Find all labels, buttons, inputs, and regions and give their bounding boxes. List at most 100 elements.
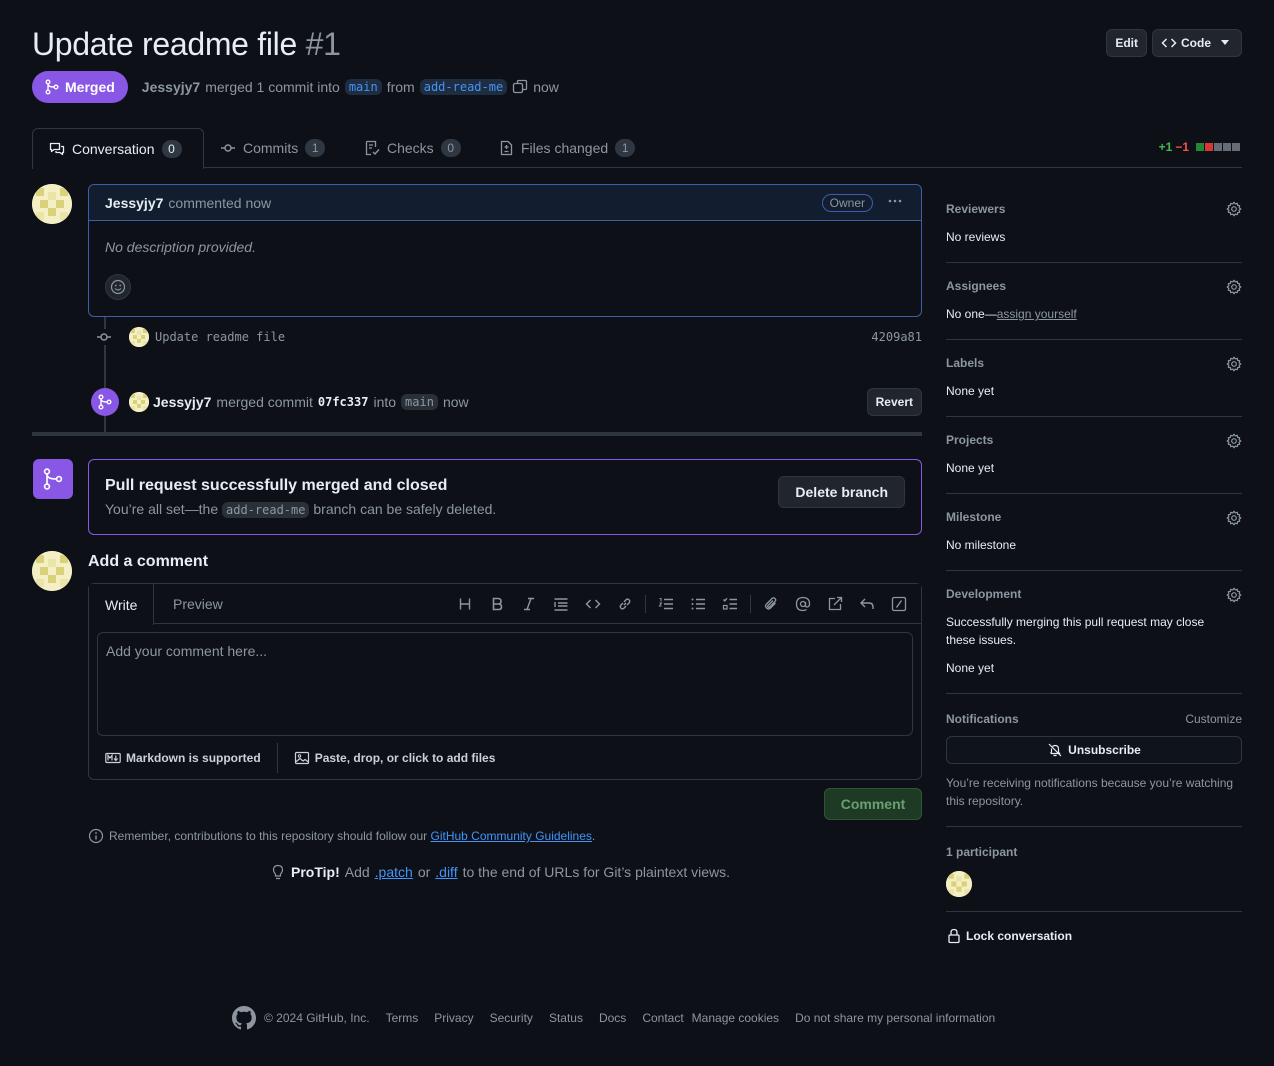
comment-textarea[interactable]: Add your comment here...: [97, 632, 913, 736]
reply-icon[interactable]: [851, 592, 883, 616]
labels-title: Labels: [946, 356, 985, 370]
code-icon[interactable]: [577, 592, 609, 616]
footer-link-do-not-share[interactable]: Do not share my personal information: [795, 1011, 995, 1025]
milestone-title: Milestone: [946, 510, 1002, 524]
pr-author-link[interactable]: Jessyjy7: [142, 79, 200, 95]
gear-icon[interactable]: [1226, 279, 1242, 295]
diffstat-deletions: −1: [1175, 140, 1189, 154]
copy-icon[interactable]: [512, 79, 528, 95]
diffstat: +1 −1: [1159, 140, 1240, 154]
ordered-list-icon[interactable]: [650, 592, 682, 616]
code-button-label: Code: [1181, 36, 1211, 50]
avatar[interactable]: [129, 392, 149, 412]
comment-submit-button[interactable]: Comment: [824, 788, 922, 820]
lock-conversation-button[interactable]: Lock conversation: [946, 912, 1242, 960]
footer-link-security[interactable]: Security: [490, 1011, 533, 1025]
bold-icon[interactable]: [481, 592, 513, 616]
revert-label: Revert: [875, 395, 913, 409]
edit-button-label: Edit: [1115, 36, 1138, 50]
merge-branch[interactable]: main: [401, 394, 438, 410]
italic-icon[interactable]: [513, 592, 545, 616]
customize-link[interactable]: Customize: [1185, 712, 1242, 726]
protip-text-3: to the end of URLs for Git’s plaintext v…: [462, 864, 730, 880]
merge-status-icon-box: [33, 459, 73, 499]
merge-commit-sha[interactable]: 07fc337: [318, 395, 369, 409]
reviewers-value: No reviews: [946, 230, 1006, 244]
code-button[interactable]: Code: [1152, 29, 1242, 57]
assign-yourself-link[interactable]: assign yourself: [997, 307, 1077, 321]
delete-branch-button[interactable]: Delete branch: [778, 476, 905, 508]
tab-preview[interactable]: Preview: [157, 584, 239, 624]
development-desc: Successfully merging this pull request m…: [946, 615, 1205, 647]
footer-link-manage-cookies[interactable]: Manage cookies: [692, 1011, 779, 1025]
participant-avatar[interactable]: [946, 871, 972, 897]
gear-icon[interactable]: [1226, 356, 1242, 372]
avatar[interactable]: [129, 327, 149, 347]
attach-label: Paste, drop, or click to add files: [314, 751, 496, 765]
merge-author[interactable]: Jessyjy7: [153, 394, 211, 410]
gear-icon[interactable]: [1226, 201, 1242, 217]
sidebar-development: Development Successfully merging this pu…: [946, 571, 1242, 694]
comment-author[interactable]: Jessyjy7: [105, 195, 163, 211]
community-guidelines-link[interactable]: GitHub Community Guidelines: [431, 829, 592, 843]
attach-files-link[interactable]: Paste, drop, or click to add files: [294, 750, 496, 766]
merged-status-icon: [91, 388, 119, 416]
revert-button[interactable]: Revert: [866, 388, 922, 416]
link-icon[interactable]: [609, 592, 641, 616]
sidebar-milestone: Milestone No milestone: [946, 494, 1242, 571]
guidelines-text: Remember, contributions to this reposito…: [109, 829, 428, 843]
commit-sha[interactable]: 4209a81: [871, 330, 922, 344]
tab-write[interactable]: Write: [89, 584, 155, 625]
commit-message[interactable]: Update readme file: [155, 330, 285, 344]
avatar[interactable]: [32, 551, 72, 591]
paperclip-icon[interactable]: [755, 592, 787, 616]
owner-badge: Owner: [821, 194, 873, 212]
footer-link-status[interactable]: Status: [549, 1011, 583, 1025]
patch-link[interactable]: .patch: [375, 864, 413, 880]
footer-copyright: © 2024 GitHub, Inc.: [264, 1011, 370, 1025]
milestone-value: No milestone: [946, 538, 1017, 552]
light-bulb-icon: [270, 864, 286, 880]
gear-icon[interactable]: [1226, 587, 1242, 603]
heading-icon[interactable]: [449, 592, 481, 616]
footer-link-terms[interactable]: Terms: [386, 1011, 419, 1025]
footer-link-contact[interactable]: Contact: [642, 1011, 683, 1025]
merge-event-text: merged commit: [216, 394, 313, 410]
tab-label: Commits: [243, 140, 299, 156]
participants-title: 1 participant: [946, 845, 1018, 859]
quote-icon[interactable]: [545, 592, 577, 616]
gear-icon[interactable]: [1226, 433, 1242, 449]
tab-commits[interactable]: Commits 1: [204, 128, 341, 168]
footer-link-docs[interactable]: Docs: [599, 1011, 626, 1025]
pr-tabs: Conversation 0 Commits 1 Checks 0 Files …: [32, 128, 1242, 169]
gear-icon[interactable]: [1226, 510, 1242, 526]
lock-label: Lock conversation: [966, 929, 1073, 943]
file-diff-icon: [498, 140, 514, 156]
unsubscribe-button[interactable]: Unsubscribe: [946, 736, 1242, 764]
sidebar-assignees: Assignees No one—assign yourself: [946, 263, 1242, 340]
head-branch[interactable]: add-read-me: [419, 79, 508, 95]
pr-header: Update readme file #1 Edit Code: [32, 26, 1242, 66]
unordered-list-icon[interactable]: [682, 592, 714, 616]
add-reaction-button[interactable]: [105, 274, 131, 300]
sidebar-labels: Labels None yet: [946, 340, 1242, 417]
task-list-icon[interactable]: [714, 592, 746, 616]
tab-files-changed[interactable]: Files changed 1: [482, 128, 651, 168]
kebab-menu-icon[interactable]: [887, 193, 903, 209]
base-branch[interactable]: main: [344, 79, 382, 95]
protip: ProTip! Add .patch or .diff to the end o…: [270, 864, 730, 880]
markdown-supported-link[interactable]: Markdown is supported: [105, 750, 261, 766]
development-title: Development: [946, 587, 1022, 601]
diff-link[interactable]: .diff: [435, 864, 457, 880]
edit-button[interactable]: Edit: [1106, 29, 1147, 57]
merge-event-into: into: [373, 394, 397, 410]
cross-reference-icon[interactable]: [819, 592, 851, 616]
footer-link-privacy[interactable]: Privacy: [434, 1011, 473, 1025]
delete-branch-label: Delete branch: [795, 484, 888, 500]
tab-checks[interactable]: Checks 0: [348, 128, 477, 168]
github-logo-icon[interactable]: [232, 1006, 256, 1030]
slash-commands-icon[interactable]: [883, 592, 915, 616]
tab-conversation[interactable]: Conversation 0: [32, 128, 204, 169]
mention-icon[interactable]: [787, 592, 819, 616]
avatar[interactable]: [32, 184, 72, 224]
